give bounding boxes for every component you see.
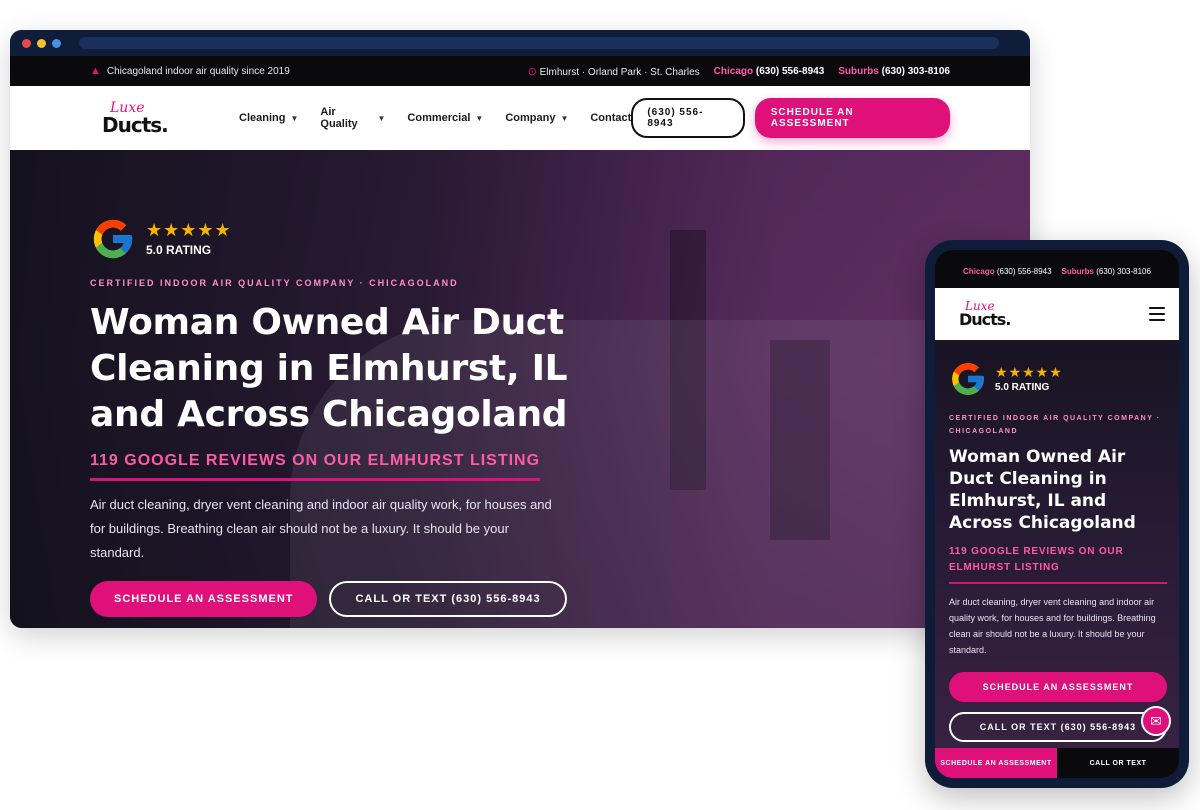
nav-item-label: Commercial: [407, 112, 471, 124]
nav-item-label: Cleaning: [239, 112, 286, 124]
site-logo[interactable]: Luxe Ducts.: [102, 101, 211, 135]
nav-item-label: Contact: [590, 112, 632, 124]
nav-item-contact[interactable]: Contact: [590, 106, 631, 130]
mobile-schedule-button[interactable]: SCHEDULE AN ASSESSMENT: [949, 672, 1167, 702]
nav-phone-button[interactable]: (630) 556-8943: [631, 98, 745, 138]
hero-description: Air duct cleaning, dryer vent cleaning a…: [90, 493, 590, 565]
google-logo-icon: [952, 363, 984, 395]
tagline: Chicagoland indoor air quality since 201…: [106, 65, 290, 77]
nav-item-company[interactable]: Company ▼: [505, 106, 568, 130]
mobile-mockup: Chicago (630) 556-8943 Suburbs (630) 303…: [925, 240, 1189, 788]
close-window-dot-icon[interactable]: [22, 38, 31, 48]
mobile-suburbs-phone-link[interactable]: Suburbs (630) 303-8106: [1062, 267, 1151, 276]
nav-item-label: Air Quality: [320, 106, 358, 130]
hero-content: ★★★★★ 5.0 RATING CERTIFIED INDOOR AIR QU…: [90, 216, 650, 617]
mobile-hero-section: ★★★★★ 5.0 RATING CERTIFIED INDOOR AIR QU…: [935, 340, 1179, 778]
hero-headline: Woman Owned Air Duct Cleaning in Elmhurs…: [90, 300, 650, 438]
main-navbar: Luxe Ducts. Cleaning ▼ Air Quality ▼ Com…: [10, 86, 1030, 150]
top-info-bar: ▲ Chicagoland indoor air quality since 2…: [10, 56, 1030, 86]
google-logo-icon: [93, 219, 133, 259]
suburbs-phone: (630) 303-8106: [1096, 266, 1151, 276]
minimize-window-dot-icon[interactable]: [37, 38, 46, 48]
suburbs-label: Suburbs: [1061, 266, 1094, 276]
nav-item-cleaning[interactable]: Cleaning ▼: [239, 106, 298, 130]
chicago-label: Chicago: [963, 266, 995, 276]
nav-actions: (630) 556-8943 SCHEDULE AN ASSESSMENT: [631, 98, 950, 138]
chicago-phone: (630) 556-8943: [755, 65, 825, 77]
nav-item-commercial[interactable]: Commercial ▼: [407, 106, 483, 130]
google-reviews-link[interactable]: 119 GOOGLE REVIEWS ON OUR ELMHURST LISTI…: [90, 452, 541, 481]
nav-item-label: Company: [505, 112, 556, 124]
description-line: for buildings. Breathing clean air shoul…: [90, 521, 509, 536]
mobile-sticky-bar: SCHEDULE AN ASSESSMENT CALL OR TEXT: [935, 748, 1179, 778]
hero-buttons: SCHEDULE AN ASSESSMENT CALL OR TEXT (630…: [90, 581, 650, 617]
mobile-hero-headline: Woman Owned Air Duct Cleaning in Elmhurs…: [949, 447, 1136, 533]
chicago-phone-link[interactable]: Chicago (630) 556-8943: [714, 66, 825, 77]
chevron-down-icon: ▼: [475, 113, 484, 123]
rating-value: 5.0 RATING: [146, 243, 212, 257]
browser-chrome: [10, 30, 1030, 56]
chicago-label: Chicago: [713, 65, 754, 77]
suburbs-phone: (630) 303-8106: [881, 65, 950, 77]
nav-schedule-button[interactable]: SCHEDULE AN ASSESSMENT: [754, 98, 950, 138]
hamburger-menu-icon[interactable]: [1149, 307, 1165, 321]
mobile-navbar: Luxe Ducts.: [935, 288, 1179, 340]
description-line: standard.: [90, 545, 145, 560]
nav-menu: Cleaning ▼ Air Quality ▼ Commercial ▼ Co…: [239, 106, 631, 130]
chevron-down-icon: ▼: [560, 113, 569, 123]
mobile-hero-eyebrow: CERTIFIED INDOOR AIR QUALITY COMPANY · C…: [949, 415, 1161, 435]
headline-line: Cleaning in Elmhurst, IL: [90, 348, 568, 389]
chevron-down-icon: ▼: [377, 113, 386, 123]
nav-item-air-quality[interactable]: Air Quality ▼: [320, 106, 385, 130]
suburbs-phone-link[interactable]: Suburbs (630) 303-8106: [838, 66, 950, 77]
mobile-site-logo[interactable]: Luxe Ducts.: [959, 300, 1069, 328]
logo-wordmark: Ducts.: [102, 113, 169, 137]
description-line: Air duct cleaning, dryer vent cleaning a…: [90, 497, 552, 512]
mobile-google-reviews-link[interactable]: 119 GOOGLE REVIEWS ON OUR ELMHURST LISTI…: [949, 544, 1167, 584]
locations-text: Elmhurst · Orland Park · St. Charles: [539, 66, 700, 78]
address-bar[interactable]: [79, 37, 999, 49]
maximize-window-dot-icon[interactable]: [52, 38, 61, 48]
sticky-schedule-button[interactable]: SCHEDULE AN ASSESSMENT: [935, 748, 1057, 778]
logo-wordmark: Ducts.: [959, 310, 1011, 329]
mobile-hero-description: Air duct cleaning, dryer vent cleaning a…: [949, 597, 1156, 655]
chat-icon[interactable]: ✉: [1141, 706, 1171, 736]
google-rating: ★★★★★ 5.0 RATING: [90, 216, 650, 262]
mobile-chicago-phone-link[interactable]: Chicago (630) 556-8943: [963, 267, 1052, 276]
hero-section: ★★★★★ 5.0 RATING CERTIFIED INDOOR AIR QU…: [10, 150, 1030, 628]
mobile-top-bar: Chicago (630) 556-8943 Suburbs (630) 303…: [935, 250, 1179, 288]
map-pin-icon: ⊙: [527, 65, 537, 78]
mobile-call-button[interactable]: CALL OR TEXT (630) 556-8943: [949, 712, 1167, 742]
suburbs-label: Suburbs: [838, 65, 879, 77]
desktop-mockup: ▲ Chicagoland indoor air quality since 2…: [10, 30, 1030, 628]
five-star-icon: ★★★★★: [146, 220, 232, 240]
hero-schedule-button[interactable]: SCHEDULE AN ASSESSMENT: [90, 581, 318, 617]
mobile-hero-content: ★★★★★ 5.0 RATING CERTIFIED INDOOR AIR QU…: [949, 360, 1167, 742]
hero-call-button[interactable]: CALL OR TEXT (630) 556-8943: [329, 581, 567, 617]
chevron-down-icon: ▼: [290, 113, 299, 123]
hero-eyebrow: CERTIFIED INDOOR AIR QUALITY COMPANY · C…: [90, 278, 459, 288]
chicago-phone: (630) 556-8943: [996, 266, 1052, 276]
location-list: ⊙ Elmhurst · Orland Park · St. Charles: [528, 65, 700, 78]
five-star-icon: ★★★★★: [995, 364, 1063, 380]
headline-line: Woman Owned Air Duct: [90, 302, 564, 343]
house-icon: ▲: [90, 65, 101, 77]
mobile-google-rating: ★★★★★ 5.0 RATING: [949, 360, 1167, 398]
mobile-screen: Chicago (630) 556-8943 Suburbs (630) 303…: [935, 250, 1179, 778]
headline-line: and Across Chicagoland: [90, 394, 568, 435]
sticky-call-button[interactable]: CALL OR TEXT: [1057, 748, 1179, 778]
rating-value: 5.0 RATING: [995, 382, 1050, 393]
